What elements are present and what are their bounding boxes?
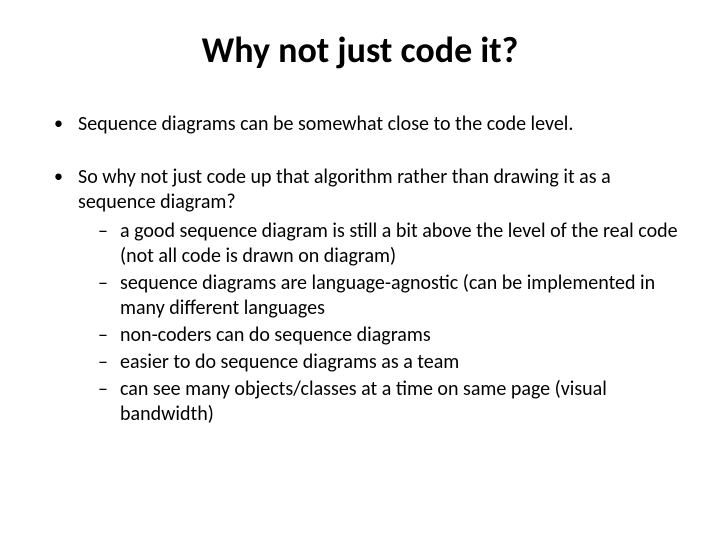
bullet-text: Sequence diagrams can be somewhat close …: [78, 112, 573, 136]
list-item: non-coders can do sequence diagrams: [96, 323, 680, 348]
bullet-list: Sequence diagrams can be somewhat close …: [50, 112, 680, 427]
list-item: So why not just code up that algorithm r…: [50, 165, 680, 427]
sub-bullet-text: a good sequence diagram is still a bit a…: [120, 219, 678, 268]
list-item: a good sequence diagram is still a bit a…: [96, 219, 680, 269]
list-item: sequence diagrams are language-agnostic …: [96, 271, 680, 321]
sub-bullet-text: sequence diagrams are language-agnostic …: [120, 271, 655, 320]
sub-bullet-text: non-coders can do sequence diagrams: [120, 323, 431, 347]
sub-bullet-list: a good sequence diagram is still a bit a…: [96, 219, 680, 427]
list-item: Sequence diagrams can be somewhat close …: [50, 112, 680, 137]
sub-bullet-text: can see many objects/classes at a time o…: [120, 377, 607, 426]
sub-bullet-text: easier to do sequence diagrams as a team: [120, 350, 459, 374]
bullet-text: So why not just code up that algorithm r…: [78, 165, 611, 214]
slide: Why not just code it? Sequence diagrams …: [0, 0, 720, 540]
list-item: can see many objects/classes at a time o…: [96, 377, 680, 427]
slide-title: Why not just code it?: [40, 28, 680, 72]
list-item: easier to do sequence diagrams as a team: [96, 350, 680, 375]
